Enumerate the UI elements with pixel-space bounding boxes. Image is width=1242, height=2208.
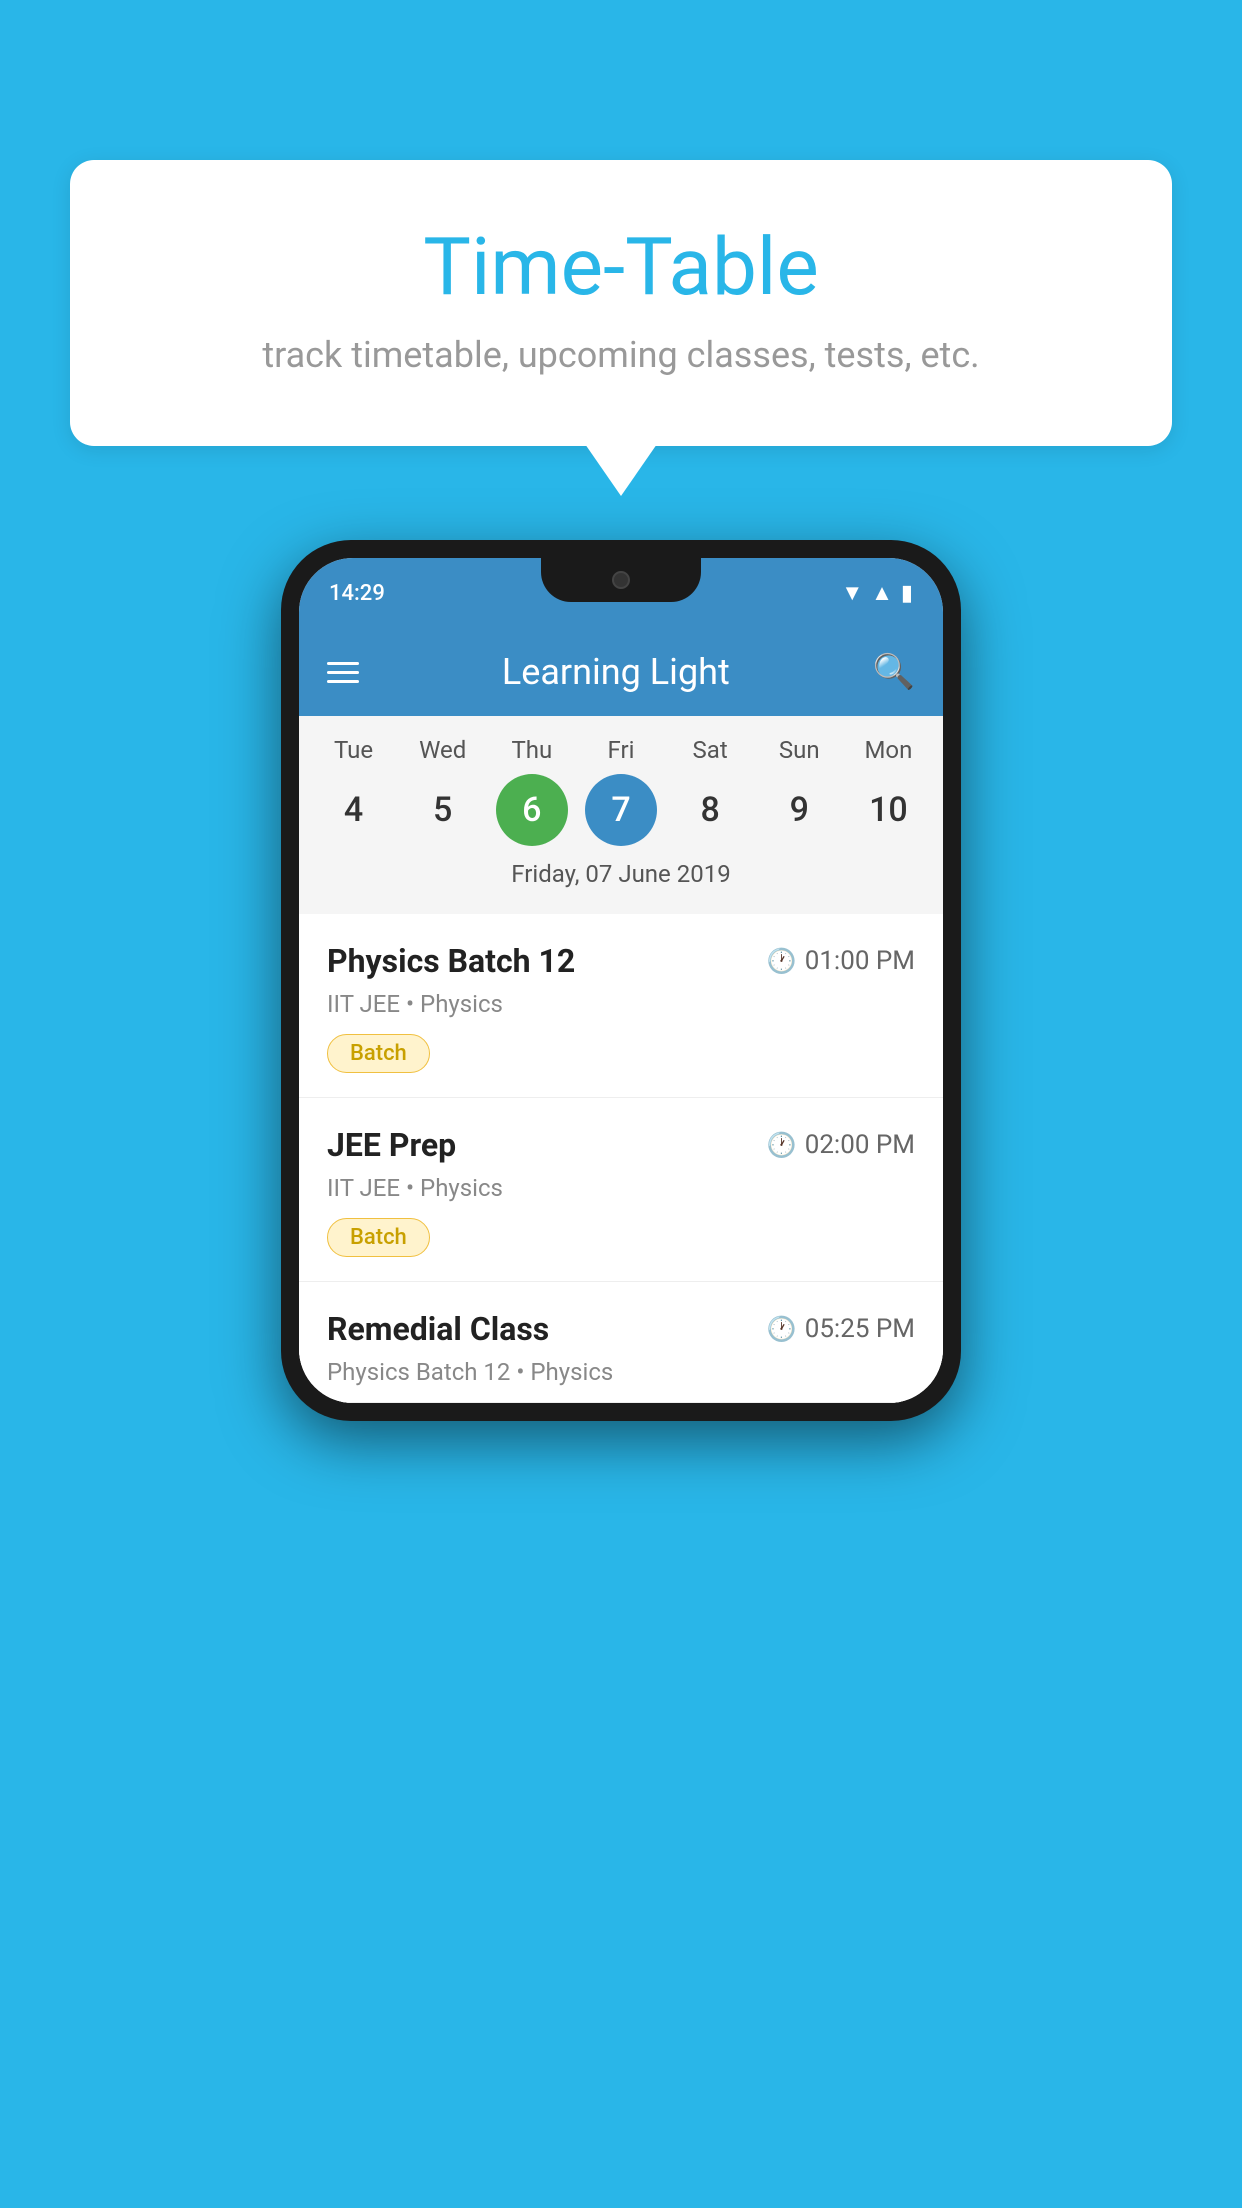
- item-2-time: 🕐 02:00 PM: [767, 1130, 915, 1160]
- day-label-thu: Thu: [492, 736, 572, 764]
- day-labels-row: Tue Wed Thu Fri Sat Sun Mon: [299, 736, 943, 774]
- menu-line-1: [327, 662, 359, 665]
- schedule-item-1[interactable]: Physics Batch 12 🕐 01:00 PM IIT JEE • Ph…: [299, 914, 943, 1098]
- search-icon[interactable]: 🔍: [873, 652, 915, 692]
- clock-icon-3: 🕐: [767, 1315, 797, 1343]
- day-label-sat: Sat: [670, 736, 750, 764]
- menu-line-2: [327, 671, 359, 674]
- item-3-title: Remedial Class: [327, 1310, 549, 1348]
- item-3-header: Remedial Class 🕐 05:25 PM: [327, 1310, 915, 1348]
- day-label-fri: Fri: [581, 736, 661, 764]
- bubble-title: Time-Table: [150, 220, 1092, 314]
- item-2-title: JEE Prep: [327, 1126, 456, 1164]
- battery-icon: ▮: [901, 581, 913, 606]
- day-numbers-row: 4 5 6 7 8 9 10: [299, 774, 943, 860]
- app-header: Learning Light 🔍: [299, 628, 943, 716]
- day-7-selected[interactable]: 7: [585, 774, 657, 846]
- day-label-tue: Tue: [314, 736, 394, 764]
- phone-outer-frame: 14:29 ▼ ▲ ▮ Learning Light 🔍: [281, 540, 961, 1421]
- day-5[interactable]: 5: [407, 774, 479, 846]
- item-1-title: Physics Batch 12: [327, 942, 575, 980]
- item-2-badge: Batch: [327, 1218, 430, 1257]
- day-label-wed: Wed: [403, 736, 483, 764]
- day-10[interactable]: 10: [852, 774, 924, 846]
- item-3-subtitle: Physics Batch 12 • Physics: [327, 1358, 915, 1386]
- item-1-header: Physics Batch 12 🕐 01:00 PM: [327, 942, 915, 980]
- day-label-mon: Mon: [848, 736, 928, 764]
- item-3-time: 🕐 05:25 PM: [767, 1314, 915, 1344]
- phone-screen: 14:29 ▼ ▲ ▮ Learning Light 🔍: [299, 558, 943, 1403]
- day-6-today[interactable]: 6: [496, 774, 568, 846]
- menu-line-3: [327, 680, 359, 683]
- status-icons: ▼ ▲ ▮: [841, 580, 913, 606]
- day-9[interactable]: 9: [763, 774, 835, 846]
- speech-bubble-container: Time-Table track timetable, upcoming cla…: [70, 160, 1172, 446]
- phone-mockup: 14:29 ▼ ▲ ▮ Learning Light 🔍: [281, 540, 961, 1421]
- item-1-subtitle: IIT JEE • Physics: [327, 990, 915, 1018]
- day-label-sun: Sun: [759, 736, 839, 764]
- day-4[interactable]: 4: [318, 774, 390, 846]
- day-8[interactable]: 8: [674, 774, 746, 846]
- status-time: 14:29: [329, 581, 385, 606]
- selected-date-label: Friday, 07 June 2019: [299, 860, 943, 904]
- item-1-badge: Batch: [327, 1034, 430, 1073]
- menu-button[interactable]: [327, 662, 359, 683]
- bubble-subtitle: track timetable, upcoming classes, tests…: [150, 334, 1092, 376]
- item-2-subtitle: IIT JEE • Physics: [327, 1174, 915, 1202]
- notch: [541, 558, 701, 602]
- clock-icon-2: 🕐: [767, 1131, 797, 1159]
- wifi-icon: ▼: [841, 580, 863, 606]
- item-1-time: 🕐 01:00 PM: [767, 946, 915, 976]
- speech-bubble: Time-Table track timetable, upcoming cla…: [70, 160, 1172, 446]
- schedule-list: Physics Batch 12 🕐 01:00 PM IIT JEE • Ph…: [299, 914, 943, 1403]
- schedule-item-2[interactable]: JEE Prep 🕐 02:00 PM IIT JEE • Physics Ba…: [299, 1098, 943, 1282]
- camera: [612, 571, 630, 589]
- status-bar: 14:29 ▼ ▲ ▮: [299, 558, 943, 628]
- calendar-section: Tue Wed Thu Fri Sat Sun Mon 4 5 6 7 8 9 …: [299, 716, 943, 914]
- item-2-header: JEE Prep 🕐 02:00 PM: [327, 1126, 915, 1164]
- clock-icon-1: 🕐: [767, 947, 797, 975]
- app-title: Learning Light: [502, 651, 730, 693]
- schedule-item-3[interactable]: Remedial Class 🕐 05:25 PM Physics Batch …: [299, 1282, 943, 1403]
- signal-icon: ▲: [871, 580, 893, 606]
